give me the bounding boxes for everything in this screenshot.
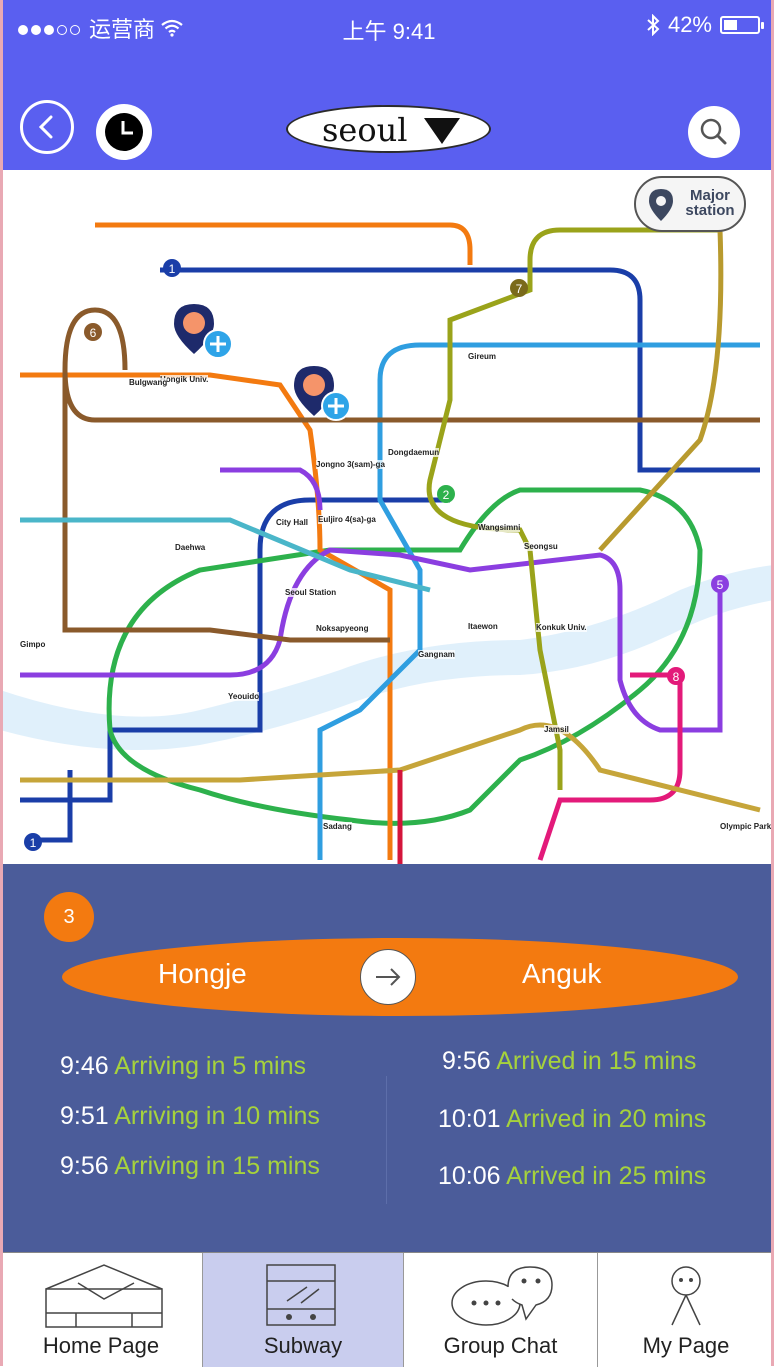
subway-icon: [266, 1264, 336, 1326]
battery-percent: 42%: [667, 12, 712, 37]
arrival-row: 10:01 Arrived in 20 mins: [438, 1105, 707, 1133]
station-label[interactable]: Euljiro 4(sa)-ga: [318, 515, 376, 524]
station-label[interactable]: Gangnam: [418, 650, 455, 659]
departure-row: 9:51 Arriving in 10 mins: [60, 1102, 320, 1130]
route-bar[interactable]: Hongje Anguk: [62, 938, 738, 1016]
svg-text:2: 2: [443, 488, 450, 502]
tab-subway-label: Subway: [263, 1333, 343, 1358]
arrival-row: 10:06 Arrived in 25 mins: [438, 1162, 707, 1190]
svg-text:8: 8: [673, 670, 680, 684]
tab-home-label: Home Page: [42, 1333, 160, 1358]
person-icon: [671, 1266, 701, 1326]
back-arrow-icon: [38, 115, 53, 139]
station-label[interactable]: City Hall: [276, 518, 309, 527]
station-label[interactable]: Gireum: [468, 352, 497, 361]
departure-row: 9:46 Arriving in 5 mins: [60, 1052, 306, 1080]
station-label[interactable]: Konkuk Univ.: [536, 623, 587, 632]
svg-text:7: 7: [516, 282, 523, 296]
search-icon: [700, 118, 727, 145]
station-label[interactable]: Itaewon: [468, 622, 498, 631]
major-station-button[interactable]: Major station: [634, 176, 746, 232]
arrival-row: 9:56 Arrived in 15 mins: [442, 1047, 697, 1075]
station-label[interactable]: Yeouido: [228, 692, 260, 701]
add-location-pin[interactable]: [170, 302, 240, 364]
status-bar: 运营商 上午 9:41 42%: [18, 12, 764, 44]
tab-home[interactable]: Home Page: [0, 1253, 203, 1367]
tab-my-page[interactable]: My Page: [598, 1253, 774, 1367]
search-button[interactable]: [688, 106, 740, 158]
station-label[interactable]: Olympic Park: [720, 822, 772, 831]
svg-text:5: 5: [717, 578, 724, 592]
tab-group-chat[interactable]: Group Chat: [404, 1253, 598, 1367]
to-station[interactable]: Anguk: [522, 958, 601, 990]
svg-text:1: 1: [30, 836, 37, 850]
top-bar: 运营商 上午 9:41 42% seoul: [0, 0, 774, 170]
station-label[interactable]: Wangsimni: [478, 523, 521, 532]
line-badge: 3: [44, 892, 94, 942]
departure-row: 9:56 Arriving in 15 mins: [60, 1152, 320, 1180]
dropdown-triangle-icon: [424, 118, 460, 144]
station-label[interactable]: Hongik Univ.: [160, 375, 209, 384]
battery-level: [724, 20, 738, 30]
location-plus-icon: [174, 304, 233, 359]
tab-my-page-label: My Page: [642, 1333, 730, 1358]
station-label[interactable]: Seoul Station: [285, 588, 337, 597]
swap-direction-button[interactable]: [360, 949, 416, 1005]
bluetooth-icon: [647, 14, 660, 36]
tab-bar: Home Page Subway Group Chat My Page: [0, 1252, 774, 1367]
station-label[interactable]: Daehwa: [175, 543, 206, 552]
svg-text:6: 6: [90, 326, 97, 340]
station-label[interactable]: Noksapyeong: [316, 624, 369, 633]
clock-icon: [105, 113, 143, 151]
major-station-label: Major station: [685, 187, 735, 219]
station-label[interactable]: Dongdaemun: [388, 448, 440, 457]
subway-map[interactable]: 1 6 7 2 5 8 1 Dongdaemun City Hall Seoul S…: [0, 170, 774, 864]
clock-button[interactable]: [96, 104, 152, 160]
time-divider: [386, 1076, 387, 1204]
line-badge-1: 1: [169, 262, 176, 276]
tab-subway[interactable]: Subway: [203, 1253, 404, 1367]
add-location-pin[interactable]: [290, 364, 360, 426]
back-button[interactable]: [20, 100, 74, 154]
station-label[interactable]: Sadang: [323, 822, 352, 831]
city-label: seoul: [322, 111, 408, 149]
arrow-right-icon: [376, 968, 401, 986]
subway-map-lines: 1 6 7 2 5 8 1: [0, 222, 774, 864]
map-pin-icon: [649, 189, 673, 221]
station-label[interactable]: Bulgwang: [129, 378, 168, 387]
battery-icon: [720, 16, 764, 34]
station-label[interactable]: Seongsu: [524, 542, 558, 551]
chat-icon: [451, 1266, 553, 1326]
station-label[interactable]: Jongno 3(sam)-ga: [316, 460, 385, 469]
station-label[interactable]: Gimpo: [20, 640, 46, 649]
city-selector[interactable]: seoul: [286, 105, 491, 153]
from-station[interactable]: Hongje: [158, 958, 247, 990]
home-icon: [45, 1264, 163, 1328]
tab-group-chat-label: Group Chat: [443, 1333, 558, 1358]
location-plus-icon: [294, 366, 351, 421]
station-label[interactable]: Jamsil: [544, 725, 569, 734]
